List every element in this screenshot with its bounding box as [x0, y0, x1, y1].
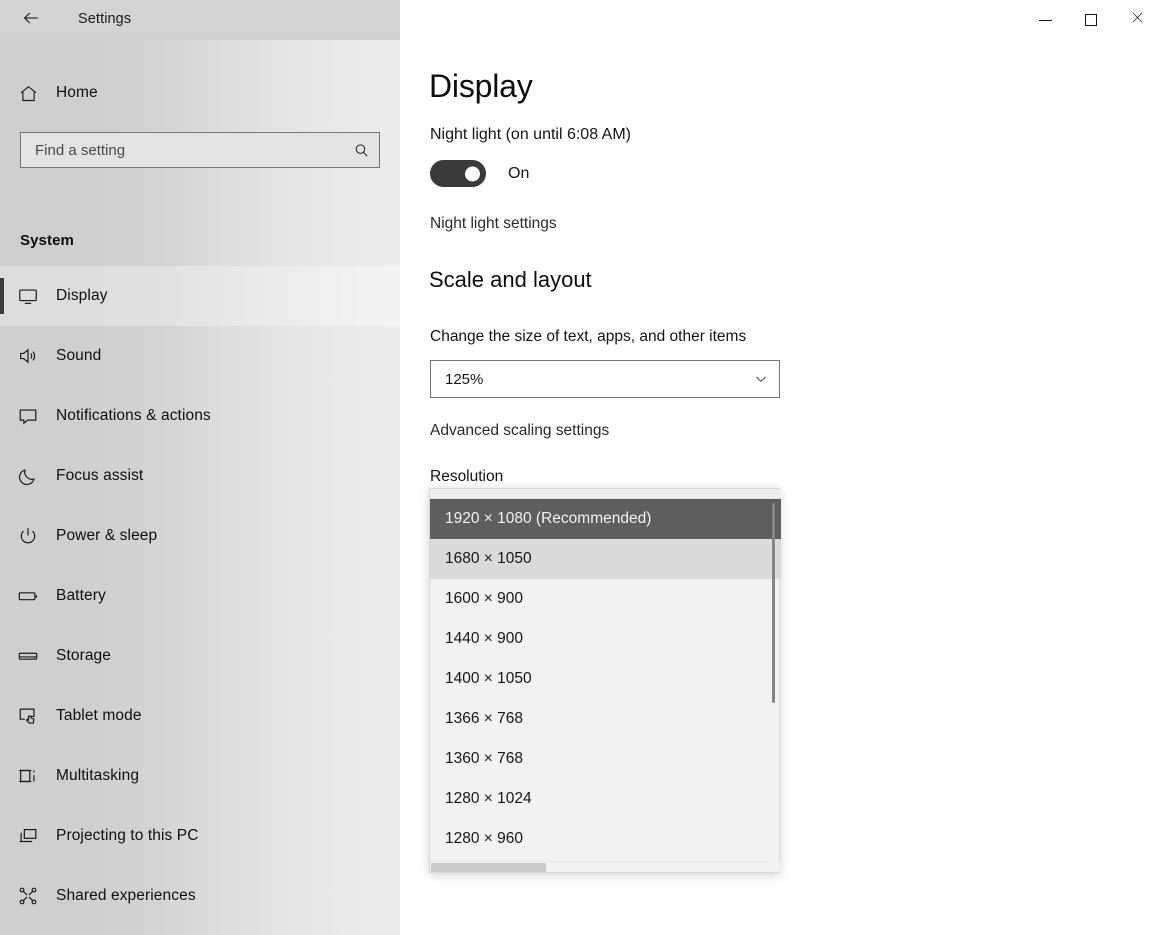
close-button[interactable] [1114, 0, 1160, 40]
monitor-icon [0, 285, 56, 307]
resolution-dropdown-list[interactable]: 1920 × 1080 (Recommended) 1680 × 1050 16… [429, 488, 781, 873]
sidebar-item-sound[interactable]: Sound [0, 326, 400, 386]
sidebar-item-focus-assist[interactable]: Focus assist [0, 446, 400, 506]
minimize-button[interactable] [1022, 0, 1068, 40]
search-box[interactable] [20, 132, 380, 168]
dropdown-option[interactable]: 1680 × 1050 [430, 539, 781, 579]
dropdown-horizontal-scrollbar-thumb[interactable] [431, 863, 546, 872]
speaker-icon [0, 345, 56, 367]
sidebar-item-home[interactable]: Home [0, 70, 400, 116]
sidebar-item-label: Tablet mode [56, 707, 142, 724]
chevron-down-icon [743, 372, 779, 386]
maximize-icon [1085, 14, 1097, 26]
dropdown-horizontal-scrollbar[interactable] [430, 861, 781, 872]
moon-icon [0, 465, 56, 487]
caption-buttons [1022, 0, 1160, 40]
sidebar-item-power-sleep[interactable]: Power & sleep [0, 506, 400, 566]
scale-and-layout-heading: Scale and layout [429, 267, 592, 292]
search-icon[interactable] [343, 133, 379, 167]
sidebar-item-label: Battery [56, 587, 106, 604]
power-icon [0, 525, 56, 547]
dropdown-scrollbar-corner [768, 861, 779, 872]
battery-icon [0, 585, 56, 607]
scale-combobox-value: 125% [445, 370, 484, 388]
night-light-toggle[interactable] [430, 160, 486, 187]
message-icon [0, 405, 56, 427]
back-arrow-icon [21, 8, 41, 33]
dropdown-option[interactable]: 1280 × 1024 [430, 779, 781, 819]
advanced-scaling-settings-link[interactable]: Advanced scaling settings [430, 422, 609, 440]
scale-field-label: Change the size of text, apps, and other… [430, 328, 747, 345]
drive-icon [0, 645, 56, 667]
sidebar-item-display[interactable]: Display [0, 266, 400, 326]
search-container [20, 132, 380, 168]
dropdown-option[interactable]: 1440 × 900 [430, 619, 781, 659]
multitask-icon [0, 765, 56, 787]
dropdown-option[interactable]: 1280 × 960 [430, 819, 781, 859]
dropdown-top-strip [430, 489, 781, 499]
close-icon [1131, 11, 1144, 29]
night-light-label: Night light (on until 6:08 AM) [430, 126, 631, 143]
minimize-icon [1038, 19, 1052, 21]
sidebar-item-label: Power & sleep [56, 527, 158, 544]
sidebar-item-label: Sound [56, 347, 102, 364]
dropdown-options: 1920 × 1080 (Recommended) 1680 × 1050 16… [430, 499, 781, 854]
sidebar-item-label: Focus assist [56, 467, 144, 484]
night-light-toggle-state: On [508, 164, 530, 182]
sidebar-item-storage[interactable]: Storage [0, 626, 400, 686]
dropdown-option[interactable]: 1920 × 1080 (Recommended) [430, 499, 781, 539]
sidebar-item-label: Projecting to this PC [56, 827, 199, 844]
maximize-button[interactable] [1068, 0, 1114, 40]
project-icon [0, 825, 56, 847]
sidebar-item-home-label: Home [56, 84, 98, 101]
settings-window: Home System [0, 0, 1160, 935]
sidebar-item-label: Storage [56, 647, 111, 664]
dropdown-vertical-scrollbar[interactable] [772, 503, 775, 703]
resolution-field-label: Resolution [430, 468, 504, 485]
dropdown-option[interactable]: 1600 × 900 [430, 579, 781, 619]
sidebar-item-remote-desktop[interactable]: Remote Desktop [0, 926, 400, 935]
scale-combobox[interactable]: 125% [430, 360, 780, 398]
sidebar-item-shared-experiences[interactable]: Shared experiences [0, 866, 400, 926]
page-title: Display [429, 68, 533, 104]
sidebar-item-label: Multitasking [56, 767, 140, 784]
dropdown-option[interactable]: 1366 × 768 [430, 699, 781, 739]
title-bar: Settings [0, 0, 1160, 40]
sidebar-group-header: System [20, 232, 74, 249]
dropdown-option[interactable]: 1360 × 768 [430, 739, 781, 779]
sidebar-item-notifications-actions[interactable]: Notifications & actions [0, 386, 400, 446]
home-icon [0, 83, 56, 104]
navigation-sidebar: Home System [0, 0, 400, 935]
sidebar-item-projecting-to-this-pc[interactable]: Projecting to this PC [0, 806, 400, 866]
back-button[interactable] [16, 6, 46, 34]
sidebar-item-tablet-mode[interactable]: Tablet mode [0, 686, 400, 746]
sidebar-item-battery[interactable]: Battery [0, 566, 400, 626]
toggle-knob [465, 166, 480, 181]
window-title: Settings [78, 11, 132, 27]
sidebar-item-label: Notifications & actions [56, 407, 211, 424]
title-bar-left [0, 0, 400, 40]
sidebar-item-multitasking[interactable]: Multitasking [0, 746, 400, 806]
search-input[interactable] [21, 133, 343, 167]
night-light-toggle-row: On [430, 160, 529, 187]
tablet-touch-icon [0, 705, 56, 727]
sidebar-nav-list: Display Sound Notifications & actions Fo… [0, 266, 400, 935]
sidebar-item-label: Display [56, 287, 108, 304]
sidebar-item-label: Shared experiences [56, 887, 196, 904]
dropdown-option[interactable]: 1400 × 1050 [430, 659, 781, 699]
night-light-settings-link[interactable]: Night light settings [430, 215, 557, 233]
share-nodes-icon [0, 885, 56, 907]
